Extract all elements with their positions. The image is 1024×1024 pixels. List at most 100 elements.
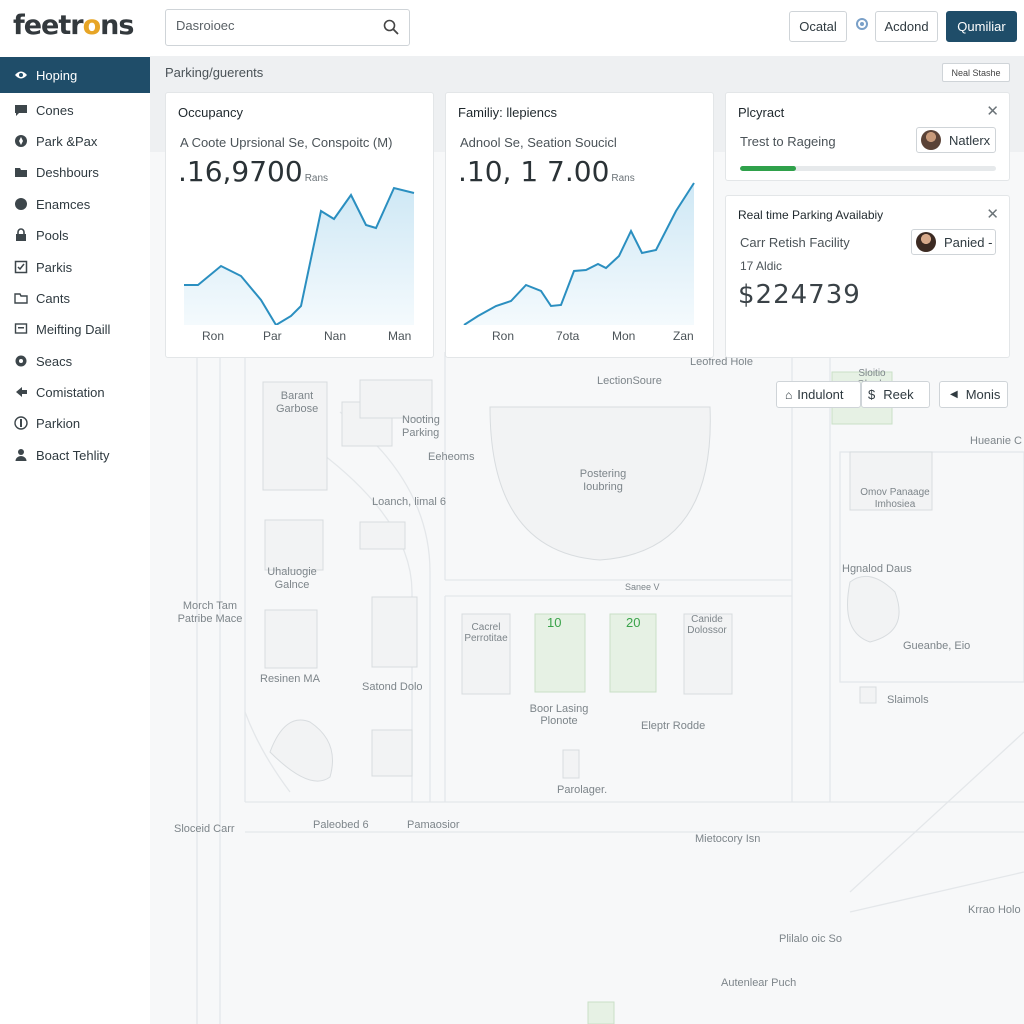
search-box[interactable] [165,9,410,46]
filter-label: Indulont [797,387,844,402]
sidebar-item-label: Parkion [36,415,81,431]
sidebar-item-meifting-daill[interactable]: Meifting Daill [0,311,150,347]
user-chip[interactable]: Natlerx [916,127,996,153]
card-title: Real time Parking Availabiy [738,208,884,222]
lock-icon [14,228,28,242]
user-chip[interactable]: Panied - [911,229,996,255]
occupancy-line-chart[interactable] [176,173,426,325]
search-input[interactable] [176,18,376,33]
chip-label: Panied - [944,234,993,250]
map-label[interactable]: Boor Lasing Plonote [527,703,591,727]
ocatal-button[interactable]: Ocatal [789,11,847,42]
x-tick-label: Man [388,329,412,343]
sidebar-item-label: Hoping [36,67,78,83]
x-tick-label: Par [263,329,282,343]
map-label[interactable]: Hgnalod Daus [842,563,912,575]
map-label[interactable]: Gueanbe, Eio [903,640,970,652]
x-tick-label: 7ota [556,329,580,343]
sidebar-item-label: Parkis [36,259,73,275]
map-label[interactable]: Loanch, limal 6 [372,496,446,508]
lot-a-count[interactable]: 10 [547,615,561,630]
top-bar: feetrons Ocatal Acdond Qumiliar [0,0,1024,56]
map-label[interactable]: Mietocory Isn [695,833,760,845]
eye-icon [14,68,28,82]
map-label[interactable]: Uhaluogie Galnce [262,566,322,592]
share-icon [14,385,28,399]
home-icon: ⌂ [785,387,793,402]
lot-b-count[interactable]: 20 [626,615,640,630]
x-tick-label: Ron [202,329,225,343]
map-label[interactable]: Krrao Holo [968,904,1021,916]
neal-stashe-button[interactable]: Neal Stashe [942,63,1010,82]
app-logo[interactable]: feetrons [13,10,134,41]
detail-text: 17 Aldic [740,259,783,273]
familiy-line-chart[interactable] [456,173,706,325]
map-label[interactable]: Resinen MA [260,673,320,685]
close-icon[interactable]: ✕ [986,102,999,120]
map-label[interactable]: Hueanie C [970,435,1022,447]
sidebar-item-parkion[interactable]: Parkion [0,405,150,441]
map-label[interactable]: Slaimols [887,694,929,706]
map-label[interactable]: Eleptr Rodde [641,720,705,732]
sidebar-item-hoping[interactable]: Hoping [0,57,150,93]
logo-accent: o [82,10,102,41]
map-label[interactable]: Canide Dolossor [680,614,734,636]
close-icon[interactable]: ✕ [986,205,999,223]
map-label[interactable]: Morch Tam Patribe Mace [170,600,250,626]
compass-icon [14,134,28,148]
avatar [916,232,936,252]
arrow-icon: ◀ [950,389,958,400]
filter-indulont[interactable]: ⌂ Indulont [776,381,861,408]
sidebar-item-label: Pools [36,227,69,243]
acdond-button[interactable]: Acdond [875,11,938,42]
map-label[interactable]: Paleobed 6 [313,819,369,831]
x-tick-label: Zan [673,329,694,343]
map-label[interactable]: Parolager. [557,784,607,796]
avatar [921,130,941,150]
x-tick-label: Ron [492,329,515,343]
x-tick-label: Mon [612,329,636,343]
checkbox-icon [14,260,28,274]
map-label[interactable]: Plilalo oic So [779,933,842,945]
qumiliar-button[interactable]: Qumiliar [946,11,1017,42]
sidebar-item-label: Boact Tehlity [36,447,110,463]
map-label[interactable]: Postering Ioubring [568,468,638,494]
map-label[interactable]: Sanee V [625,582,660,592]
map-label[interactable]: Omov Panaage Imhosiea [857,487,933,511]
circle-icon [14,197,28,211]
card-subtitle: Adnool Se, Seation Soucicl [460,135,617,150]
sidebar-item-label: Meifting Daill [36,321,111,337]
card-subtitle: A Coote Uprsional Se, Conspoitc (M) [180,135,393,150]
sidebar-item-deshbours[interactable]: Deshbours [0,154,150,190]
map-label[interactable]: Cacrel Perrotitae [461,622,511,644]
map-label[interactable]: LectionSoure [597,375,662,387]
logo-text: feetr [13,10,84,41]
filter-label: Reek [883,387,914,402]
screen-icon [14,322,28,336]
sidebar-item-pools[interactable]: Pools [0,217,150,253]
occupancy-card: Occupancy A Coote Uprsional Se, Conspoit… [165,92,434,358]
map-label[interactable]: Eeheoms [428,451,474,463]
sidebar-item-label: Seacs [36,353,73,369]
map-label[interactable]: Barant Garbose [276,390,318,416]
parking-icon [14,416,28,430]
playract-card: Plcyract ✕ Trest to Rageing Natlerx [725,92,1010,181]
sidebar-item-label: Enamces [36,196,91,212]
map-label[interactable]: Nooting Parking [402,414,446,440]
map-label[interactable]: Sloceid Carr [174,823,235,835]
filter-monis[interactable]: ◀ Monis [939,381,1008,408]
user-icon [14,448,28,462]
globe-icon[interactable] [856,18,868,30]
search-icon[interactable] [383,19,399,35]
map-label[interactable]: Autenlear Puch [721,977,796,989]
logo-tail: ns [100,10,134,41]
sidebar-item-label: Comistation [36,384,105,400]
dollar-icon: $ [868,387,876,402]
sidebar-item-label: Cants [36,290,70,306]
sidebar-item-boact-tehlity[interactable]: Boact Tehlity [0,437,150,473]
familiy-card: Familiy: llepiencs Adnool Se, Seation So… [445,92,714,358]
map-label[interactable]: Pamaosior [407,819,460,831]
filter-reek[interactable]: $ Reek [861,381,930,408]
map-label[interactable]: Satond Dolo [362,681,423,693]
progress-fill [740,166,797,171]
